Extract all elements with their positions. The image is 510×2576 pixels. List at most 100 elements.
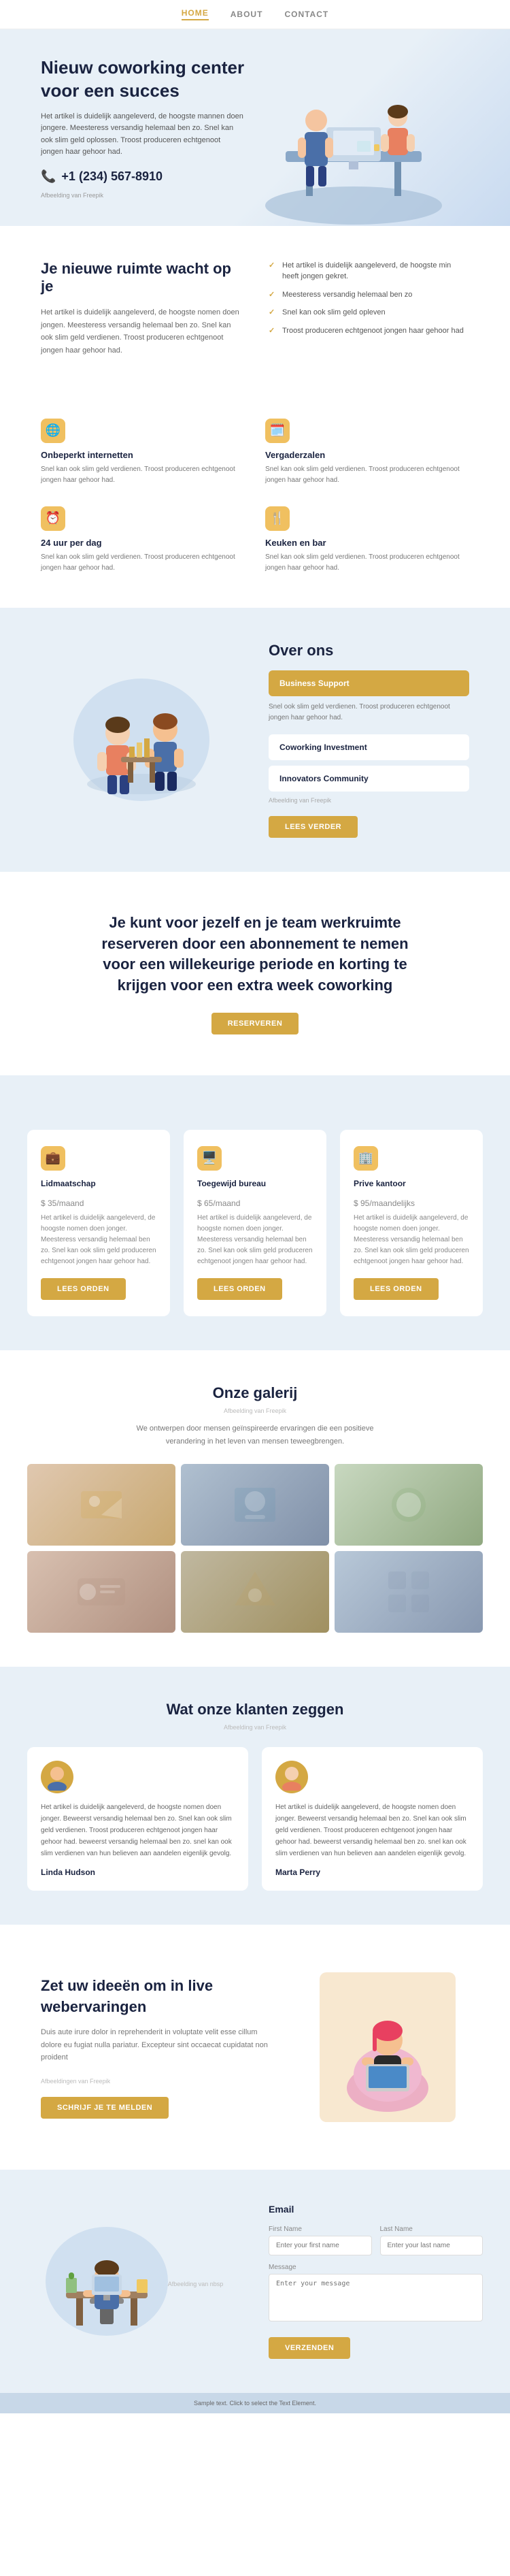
- cta-section: Je kunt voor jezelf en je team werkruimt…: [0, 872, 510, 1075]
- office-desc: Het artikel is duidelijk aangeleverd, de…: [354, 1213, 469, 1267]
- contact-section: Afbeelding van nbsp Email First Name Las…: [0, 2170, 510, 2393]
- features-grid: 🌐 Onbeperkt internetten Snel kan ook sli…: [41, 419, 469, 574]
- cta2-image-caption: Afbeeldingen van Freepik: [41, 2078, 279, 2085]
- testimonial-2-name: Marta Perry: [275, 1868, 469, 1877]
- about-illustration: [41, 642, 241, 838]
- about-card-business[interactable]: Business Support: [269, 670, 469, 696]
- waiting-right: Het artikel is duidelijk aangeleverd, de…: [269, 260, 469, 357]
- desk-desc: Het artikel is duidelijk aangeleverd, de…: [197, 1213, 313, 1267]
- contact-message-group: Message: [269, 2264, 483, 2325]
- footer-text: Sample text. Click to select the Text El…: [194, 2400, 316, 2407]
- gallery-item-2: [181, 1464, 329, 1546]
- hero-description: Het artikel is duidelijk aangeleverd, de…: [41, 111, 245, 159]
- features-section: 🌐 Onbeperkt internetten Snel kan ook sli…: [0, 391, 510, 608]
- waiting-left: Je nieuwe ruimte wacht op je Het artikel…: [41, 260, 241, 357]
- testimonial-1-text: Het artikel is duidelijk aangeleverd, de…: [41, 1801, 235, 1859]
- about-title: Over ons: [269, 642, 469, 659]
- lastname-input[interactable]: [380, 2236, 483, 2255]
- membership-label: Lidmaatschap: [41, 1179, 156, 1188]
- membership-button[interactable]: LEES ORDEN: [41, 1278, 126, 1300]
- cta2-title: Zet uw ideeën om in live webervaringen: [41, 1976, 279, 2018]
- feature-internet-desc: Snel kan ook slim geld verdienen. Troost…: [41, 464, 245, 486]
- pricing-office: 🏢 Prive kantoor $ 95/maandelijks Het art…: [340, 1130, 483, 1316]
- message-label: Message: [269, 2264, 483, 2271]
- feature-meetings: 🗓️ Vergaderzalen Snel kan ook slim geld …: [265, 419, 469, 486]
- testimonial-1-avatar: [41, 1761, 73, 1793]
- gallery-section: Onze galerij Afbeelding van Freepik We o…: [0, 1350, 510, 1667]
- testimonial-2: Het artikel is duidelijk aangeleverd, de…: [262, 1747, 483, 1891]
- hero-title: Nieuw coworking center voor een succes: [41, 56, 252, 103]
- waiting-checklist: Het artikel is duidelijk aangeleverd, de…: [269, 260, 469, 337]
- cta2-illustration: [306, 1959, 469, 2136]
- feature-hours-desc: Snel kan ook slim geld verdienen. Troost…: [41, 552, 245, 574]
- testimonial-2-text: Het artikel is duidelijk aangeleverd, de…: [275, 1801, 469, 1859]
- testimonial-1: Het artikel is duidelijk aangeleverd, de…: [27, 1747, 248, 1891]
- hours-icon: ⏰: [41, 506, 65, 531]
- gallery-item-4: [27, 1551, 175, 1633]
- about-content: Over ons Business Support Snel ook slim …: [269, 642, 469, 838]
- testimonials-image-caption: Afbeelding van Freepik: [27, 1724, 483, 1731]
- testimonial-1-name: Linda Hudson: [41, 1868, 235, 1877]
- contact-submit-button[interactable]: VERZENDEN: [269, 2337, 350, 2359]
- lastname-label: Last Name: [380, 2226, 483, 2233]
- office-price: $ 95/maandelijks: [354, 1192, 469, 1210]
- internet-icon: 🌐: [41, 419, 65, 443]
- phone-icon: 📞: [41, 169, 56, 184]
- desk-price: $ 65/maand: [197, 1192, 313, 1210]
- cta2-content: Zet uw ideeën om in live webervaringen D…: [41, 1976, 279, 2119]
- kitchen-icon: 🍴: [265, 506, 290, 531]
- nav-contact[interactable]: CONTACT: [284, 10, 328, 19]
- office-button[interactable]: LEES ORDEN: [354, 1278, 439, 1300]
- pricing-desk: 🖥️ Toegewijd bureau $ 65/maand Het artik…: [184, 1130, 326, 1316]
- about-read-more-button[interactable]: LEES VERDER: [269, 816, 358, 838]
- firstname-label: First Name: [269, 2226, 372, 2233]
- about-description: Snel ook slim geld verdienen. Troost pro…: [269, 702, 469, 723]
- feature-internet: 🌐 Onbeperkt internetten Snel kan ook sli…: [41, 419, 245, 486]
- firstname-input[interactable]: [269, 2236, 372, 2255]
- gallery-item-6: [335, 1551, 483, 1633]
- feature-hours-title: 24 uur per dag: [41, 538, 245, 548]
- contact-form-title: Email: [269, 2204, 483, 2215]
- waiting-title: Je nieuwe ruimte wacht op je: [41, 260, 241, 295]
- contact-illustration: Afbeelding van nbsp: [27, 2204, 241, 2359]
- nav-about[interactable]: ABOUT: [231, 10, 263, 19]
- feature-meetings-title: Vergaderzalen: [265, 450, 469, 460]
- footer-bar: Sample text. Click to select the Text El…: [0, 2393, 510, 2413]
- checklist-item: Meesteress versandig helemaal ben zo: [269, 289, 469, 301]
- contact-form: Email First Name Last Name Message VERZE…: [269, 2204, 483, 2359]
- about-image-caption: Afbeelding van Freepik: [269, 797, 469, 804]
- contact-firstname-group: First Name: [269, 2226, 372, 2255]
- nav-home[interactable]: HOME: [182, 8, 209, 20]
- waiting-section: Je nieuwe ruimte wacht op je Het artikel…: [0, 226, 510, 391]
- contact-name-row: First Name Last Name: [269, 2226, 483, 2255]
- office-label: Prive kantoor: [354, 1179, 469, 1188]
- feature-internet-title: Onbeperkt internetten: [41, 450, 245, 460]
- cta-button[interactable]: RESERVEREN: [211, 1013, 299, 1034]
- waiting-description: Het artikel is duidelijk aangeleverd, de…: [41, 306, 241, 357]
- feature-kitchen-desc: Snel kan ook slim geld verdienen. Troost…: [265, 552, 469, 574]
- about-card-investment[interactable]: Coworking Investment: [269, 734, 469, 760]
- cta2-button[interactable]: SCHRIJF JE TE MELDEN: [41, 2097, 169, 2119]
- gallery-item-3: [335, 1464, 483, 1546]
- gallery-title: Onze galerij: [27, 1384, 483, 1402]
- about-card-community[interactable]: Innovators Community: [269, 766, 469, 792]
- about-image: [73, 679, 209, 801]
- desk-label: Toegewijd bureau: [197, 1179, 313, 1188]
- cta2-description: Duis aute irure dolor in reprehenderit i…: [41, 2026, 279, 2064]
- checklist-item: Snel kan ook slim geld opleven: [269, 307, 469, 319]
- contact-lastname-group: Last Name: [380, 2226, 483, 2255]
- feature-meetings-desc: Snel kan ook slim geld verdienen. Troost…: [265, 464, 469, 486]
- message-input[interactable]: [269, 2274, 483, 2321]
- hero-image-caption: Afbeelding van Freepik: [41, 192, 252, 199]
- cta-title: Je kunt voor jezelf en je team werkruimt…: [85, 913, 425, 996]
- desk-button[interactable]: LEES ORDEN: [197, 1278, 282, 1300]
- hero-phone-number: +1 (234) 567-8910: [61, 169, 163, 184]
- feature-kitchen-title: Keuken en bar: [265, 538, 469, 548]
- about-section: Over ons Business Support Snel ook slim …: [0, 608, 510, 872]
- gallery-grid: [27, 1464, 483, 1633]
- hero-phone: 📞 +1 (234) 567-8910: [41, 169, 252, 184]
- meetings-icon: 🗓️: [265, 419, 290, 443]
- feature-hours: ⏰ 24 uur per dag Snel kan ook slim geld …: [41, 506, 245, 574]
- membership-icon: 💼: [41, 1146, 65, 1171]
- gallery-description: We ontwerpen door mensen geïnspireerde e…: [119, 1422, 391, 1448]
